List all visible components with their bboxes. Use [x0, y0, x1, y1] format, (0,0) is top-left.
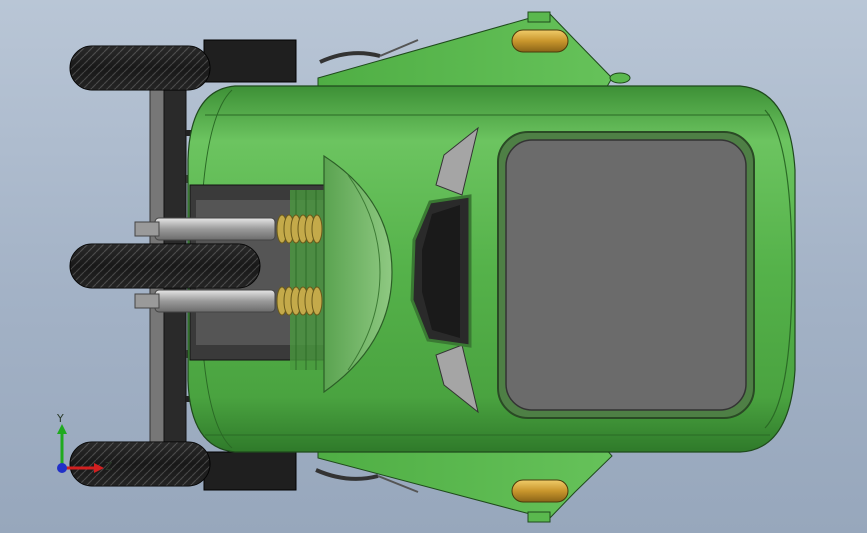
- coordinate-triad: Y Z: [56, 412, 113, 473]
- lamp-bottom: [511, 479, 569, 503]
- cad-viewport[interactable]: Y Z: [0, 0, 867, 533]
- shock-absorber-upper[interactable]: [134, 214, 323, 244]
- shock-absorber-lower[interactable]: [134, 286, 323, 316]
- triad-y-label: Y: [56, 412, 64, 425]
- vehicle-model[interactable]: [0, 0, 867, 533]
- windshield[interactable]: [497, 131, 755, 419]
- tire-middle[interactable]: [69, 243, 261, 289]
- top-fender[interactable]: [317, 11, 613, 91]
- bottom-fender[interactable]: [315, 447, 613, 523]
- tire-top[interactable]: [69, 45, 211, 91]
- triad-z-label: Z: [105, 460, 113, 473]
- lamp-top: [511, 29, 569, 53]
